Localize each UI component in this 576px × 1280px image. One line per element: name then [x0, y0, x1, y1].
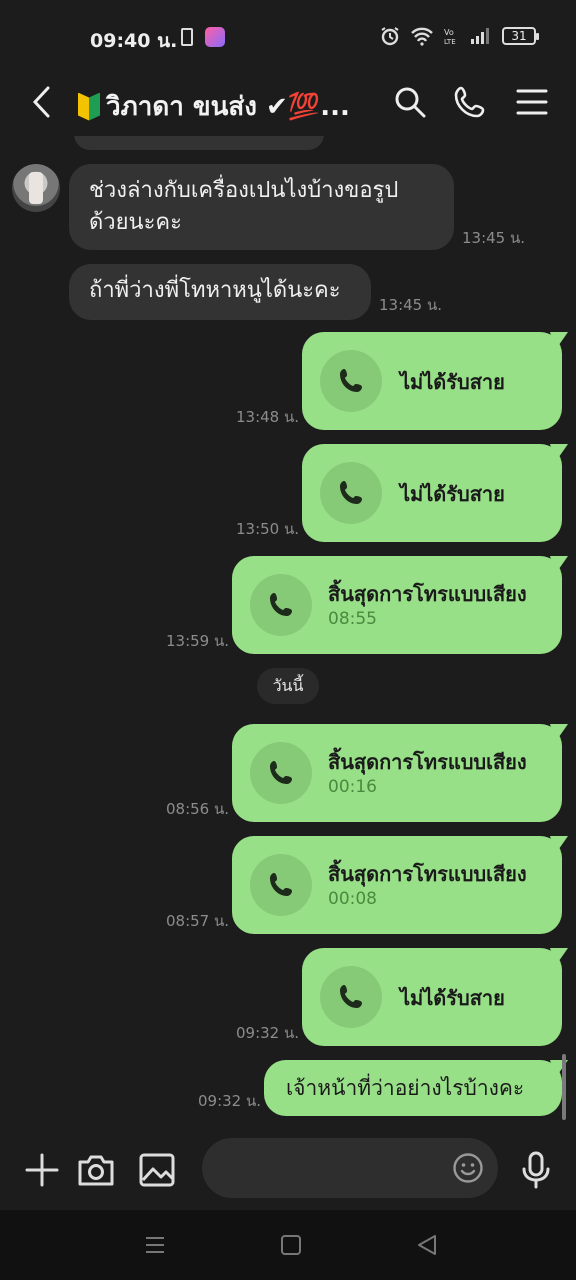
incoming-message-bubble[interactable]: ถ้าพี่ว่างพี่โทหาหนูได้นะคะ: [69, 264, 371, 320]
svg-text:LTE: LTE: [444, 38, 456, 46]
chat-header: วิภาดา ขนส่ง ✔💯...: [0, 70, 576, 136]
message-time: 09:32 น.: [198, 1092, 262, 1110]
system-nav-bar: [0, 1210, 576, 1280]
volte-icon: VoLTE: [444, 28, 456, 46]
message-text: ถ้าพี่ว่างพี่โทหาหนูได้นะคะ: [89, 278, 341, 303]
chat-messages[interactable]: ช่วงล่างกับเครื่องเปนไงบ้างขอรูป ด้วยนะค…: [0, 136, 576, 1128]
emoji-icon[interactable]: [452, 1152, 484, 1184]
search-icon[interactable]: [392, 84, 428, 120]
chat-title[interactable]: วิภาดา ขนส่ง ✔💯...: [78, 86, 350, 127]
camera-icon[interactable]: [76, 1150, 116, 1190]
svg-text:Vo: Vo: [444, 28, 454, 37]
battery-icon: 31: [502, 27, 539, 45]
phone-icon: [270, 761, 292, 784]
voice-call-bubble[interactable]: สิ้นสุดการโทรแบบเสียง 00:08: [232, 836, 562, 934]
microphone-icon[interactable]: [516, 1150, 556, 1190]
phone-icon: [340, 481, 362, 504]
phone-icon: [270, 873, 292, 896]
call-duration: 00:16: [328, 777, 377, 797]
wifi-icon: [411, 27, 433, 46]
status-icons: Vo LTE 31: [380, 26, 539, 46]
signal-icon: [471, 28, 489, 44]
call-icon-circle: [320, 350, 382, 412]
message-time: 08:56 น.: [166, 800, 230, 818]
voice-call-bubble[interactable]: สิ้นสุดการโทรแบบเสียง 08:55: [232, 556, 562, 654]
back-arrow-icon[interactable]: [28, 84, 60, 120]
message-text: ช่วงล่างกับเครื่องเปนไงบ้างขอรูป: [89, 178, 399, 203]
call-icon-circle: [320, 966, 382, 1028]
sim-icon: [181, 28, 193, 46]
scrollbar[interactable]: [562, 1054, 566, 1120]
call-duration: 00:08: [328, 889, 377, 909]
previous-message-bubble: [74, 136, 324, 150]
message-input[interactable]: [202, 1138, 498, 1198]
voice-call-bubble[interactable]: สิ้นสุดการโทรแบบเสียง 00:16: [232, 724, 562, 822]
recent-apps-icon[interactable]: [142, 1232, 168, 1258]
message-time: 13:45 น.: [379, 296, 443, 314]
call-status-label: ไม่ได้รับสาย: [400, 986, 505, 1010]
phone-icon: [340, 985, 362, 1008]
incoming-message-bubble[interactable]: ช่วงล่างกับเครื่องเปนไงบ้างขอรูป ด้วยนะค…: [69, 164, 454, 250]
plus-icon[interactable]: [22, 1150, 62, 1190]
message-time: 13:50 น.: [236, 520, 300, 538]
message-time: 08:57 น.: [166, 912, 230, 930]
call-duration: 08:55: [328, 609, 377, 629]
call-icon-circle: [320, 462, 382, 524]
call-icon-circle: [250, 574, 312, 636]
outgoing-message-bubble[interactable]: เจ้าหน้าที่ว่าอย่างไรบ้างคะ: [264, 1060, 562, 1116]
call-status-label: ไม่ได้รับสาย: [400, 370, 505, 394]
call-status-label: สิ้นสุดการโทรแบบเสียง: [328, 750, 527, 774]
call-status-label: ไม่ได้รับสาย: [400, 482, 505, 506]
message-time: 13:48 น.: [236, 408, 300, 426]
call-icon-circle: [250, 742, 312, 804]
image-icon[interactable]: [137, 1150, 177, 1190]
beginner-mark-icon: [78, 93, 100, 121]
message-time: 13:45 น.: [462, 229, 526, 247]
message-time: 13:59 น.: [166, 632, 230, 650]
message-input-bar: [0, 1128, 576, 1210]
phone-icon: [270, 593, 292, 616]
alarm-icon: [381, 27, 399, 46]
back-nav-icon[interactable]: [414, 1232, 440, 1258]
contact-avatar[interactable]: [12, 164, 60, 212]
phone-icon: [340, 369, 362, 392]
message-text: ด้วยนะคะ: [89, 210, 182, 235]
contact-name: วิภาดา ขนส่ง ✔💯...: [106, 92, 350, 122]
missed-call-bubble[interactable]: ไม่ได้รับสาย: [302, 332, 562, 430]
app-notification-icon: [205, 27, 225, 47]
message-time: 09:32 น.: [236, 1024, 300, 1042]
menu-icon[interactable]: [514, 84, 550, 120]
missed-call-bubble[interactable]: ไม่ได้รับสาย: [302, 444, 562, 542]
call-icon-circle: [250, 854, 312, 916]
date-separator: วันนี้: [257, 668, 319, 704]
message-text: เจ้าหน้าที่ว่าอย่างไรบ้างคะ: [286, 1076, 525, 1100]
home-icon[interactable]: [278, 1232, 304, 1258]
call-status-label: สิ้นสุดการโทรแบบเสียง: [328, 582, 527, 606]
phone-call-icon[interactable]: [452, 84, 488, 120]
call-status-label: สิ้นสุดการโทรแบบเสียง: [328, 862, 527, 886]
status-time: 09:40 น.: [90, 30, 178, 52]
status-bar: 09:40 น. Vo LTE 31: [0, 0, 576, 70]
missed-call-bubble[interactable]: ไม่ได้รับสาย: [302, 948, 562, 1046]
